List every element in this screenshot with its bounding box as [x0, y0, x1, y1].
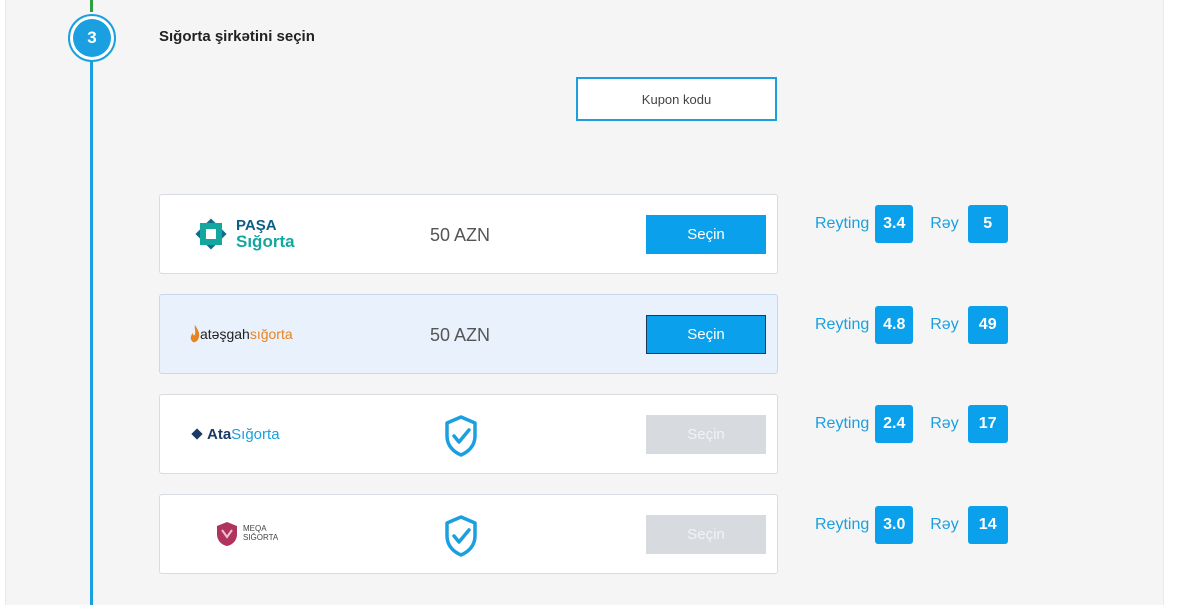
ata-logo-part2: Sığorta — [231, 425, 280, 443]
pasa-star-icon — [195, 218, 227, 250]
step-number: 3 — [73, 19, 111, 57]
company-card-meqa: MEQA SIĞORTA Seçin — [159, 494, 778, 574]
rating-label: Reyting — [815, 215, 870, 232]
pasa-logo-line1: PAŞA — [236, 217, 277, 234]
company-card-ata: Ata Sığorta Seçin — [159, 394, 778, 474]
coupon-code-button[interactable]: Kupon kodu — [576, 77, 777, 121]
meqa-logo-line2: SIĞORTA — [243, 533, 279, 542]
select-button-ateshgah[interactable]: Seçin — [646, 315, 766, 354]
reviews-label: Rəy — [930, 215, 959, 232]
shield-check-icon — [445, 515, 477, 557]
reviews-badge[interactable]: 49 — [967, 306, 1008, 344]
pasa-logo: PAŞA Sığorta — [190, 195, 350, 273]
meqa-shield-icon — [217, 522, 237, 546]
rating-ateshgah: Reyting 4.8 Rəy 49 — [815, 305, 1008, 345]
rating-badge: 2.4 — [875, 405, 914, 443]
reviews-badge[interactable]: 14 — [967, 506, 1008, 544]
shield-check-icon — [445, 415, 477, 457]
reviews-badge[interactable]: 5 — [967, 205, 1008, 243]
rating-badge: 3.0 — [875, 506, 914, 544]
diamond-icon — [191, 428, 203, 440]
reviews-badge[interactable]: 17 — [967, 405, 1008, 443]
select-button-ata[interactable]: Seçin — [646, 415, 766, 454]
step-title: Sığorta şirkətini seçin — [159, 28, 315, 45]
reviews-label: Rəy — [930, 316, 959, 333]
timeline-connector — [90, 58, 93, 605]
ata-logo-part1: Ata — [207, 425, 232, 443]
meqa-logo: MEQA SIĞORTA — [190, 495, 350, 573]
ateshgah-logo-part1: atəşgah — [200, 326, 250, 342]
rating-ata: Reyting 2.4 Rəy 17 — [815, 404, 1008, 444]
timeline-connector-top — [90, 0, 93, 12]
pasa-logo-line2: Sığorta — [236, 232, 295, 251]
rating-badge: 3.4 — [875, 205, 914, 243]
ata-logo: Ata Sığorta — [190, 395, 350, 473]
rating-pasa: Reyting 3.4 Rəy 5 — [815, 204, 1008, 244]
reviews-label: Rəy — [930, 415, 959, 432]
rating-label: Reyting — [815, 316, 870, 333]
ateshgah-logo: atəşgah sığorta — [190, 295, 350, 373]
company-card-ateshgah: atəşgah sığorta 50 AZN Seçin — [159, 294, 778, 374]
ateshgah-logo-part2: sığorta — [249, 326, 293, 342]
step-indicator: 3 — [68, 14, 116, 62]
rating-label: Reyting — [815, 516, 870, 533]
flame-icon — [190, 325, 200, 343]
select-button-pasa[interactable]: Seçin — [646, 215, 766, 254]
rating-label: Reyting — [815, 415, 870, 432]
company-card-pasa: PAŞA Sığorta 50 AZN Seçin — [159, 194, 778, 274]
rating-badge: 4.8 — [875, 306, 914, 344]
rating-meqa: Reyting 3.0 Rəy 14 — [815, 505, 1008, 545]
reviews-label: Rəy — [930, 516, 959, 533]
price: 50 AZN — [430, 225, 491, 245]
select-button-meqa[interactable]: Seçin — [646, 515, 766, 554]
price: 50 AZN — [430, 325, 491, 345]
